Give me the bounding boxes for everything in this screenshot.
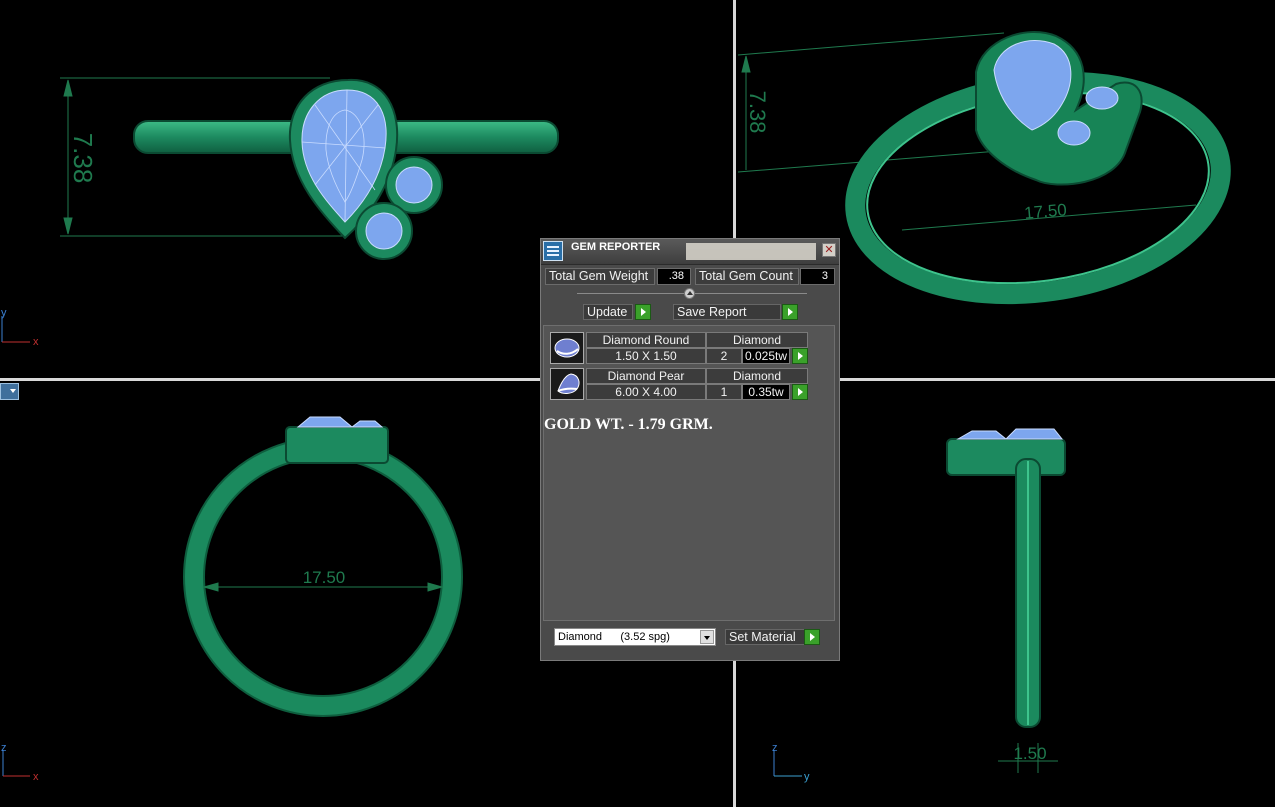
gem-reporter-title: GEM REPORTER (571, 241, 661, 253)
gem-row-go-icon[interactable] (792, 384, 808, 400)
material-select[interactable]: Diamond (3.52 spg) (554, 628, 716, 646)
chevron-down-icon (10, 389, 16, 393)
set-material-button[interactable]: Set Material (725, 629, 809, 645)
axis-label-x: x (33, 336, 39, 348)
axis-indicator-top-left (1, 316, 30, 343)
set-material-go-icon[interactable] (804, 629, 820, 645)
front-setting (285, 426, 389, 464)
total-gem-count-label: Total Gem Count (695, 268, 799, 285)
gem-reporter-panel: GEM REPORTER ✕ Total Gem Weight .38 Tota… (540, 238, 840, 661)
axis-label-z-side: z (772, 742, 778, 754)
pear-diamond-icon (557, 373, 580, 394)
gem-count-cell: 2 (706, 348, 742, 364)
gem-reporter-titlebar[interactable]: GEM REPORTER ✕ (541, 239, 839, 265)
gem-count-cell: 1 (706, 384, 742, 400)
save-report-button[interactable]: Save Report (673, 304, 781, 320)
gem-size-cell: 6.00 X 4.00 (586, 384, 706, 400)
total-gem-weight-value: .38 (657, 268, 691, 285)
perspective-width-text: 17.50 (1024, 200, 1068, 223)
close-button[interactable]: ✕ (822, 243, 836, 257)
gem-size-cell: 1.50 X 1.50 (586, 348, 706, 364)
gem-weight-cell: 0.025tw (742, 348, 790, 364)
axis-indicator-bottom-left (2, 750, 30, 777)
front-width-text: 17.50 (303, 568, 346, 587)
titlebar-drag-strip[interactable] (686, 243, 816, 260)
gem-reporter-app-icon (543, 241, 563, 261)
axis-label-z: z (1, 742, 7, 754)
perspective-round-gem-2 (1057, 120, 1091, 146)
viewport-menu-dropdown[interactable] (0, 383, 19, 400)
gem-material-cell: Diamond (706, 332, 808, 348)
front-gem-tops (296, 416, 384, 428)
gem-name-cell: Diamond Pear (586, 368, 706, 384)
chevron-down-icon[interactable] (700, 630, 714, 644)
perspective-height-text: 7.38 (745, 91, 770, 134)
axis-label-x-bottom: x (33, 771, 39, 783)
save-report-go-icon[interactable] (782, 304, 798, 320)
axis-indicator-bottom-right (773, 750, 802, 777)
axis-label-y-side: y (804, 771, 810, 783)
axis-label-y: y (1, 307, 7, 319)
update-go-icon[interactable] (635, 304, 651, 320)
collapse-toggle-icon[interactable] (684, 288, 695, 299)
gem-list-area: Diamond Round Diamond 1.50 X 1.50 2 0.02… (543, 325, 835, 621)
total-gem-count-value: 3 (800, 268, 835, 285)
gold-weight-annotation: GOLD WT. - 1.79 GRM. (544, 416, 713, 433)
update-button[interactable]: Update (583, 304, 633, 320)
gem-row-go-icon[interactable] (792, 348, 808, 364)
total-gem-weight-label: Total Gem Weight (545, 268, 655, 285)
height-dimension-text: 7.38 (68, 133, 98, 184)
gem-name-cell: Diamond Round (586, 332, 706, 348)
round-gem-2 (365, 212, 403, 250)
side-setting (946, 438, 1066, 476)
side-width-text: 1.50 (1013, 744, 1046, 763)
perspective-round-gem-1 (1085, 86, 1119, 110)
round-diamond-icon (554, 338, 580, 358)
material-select-value: Diamond (3.52 spg) (558, 631, 670, 643)
gem-material-cell: Diamond (706, 368, 808, 384)
diamond-pear-thumbnail[interactable] (550, 368, 584, 400)
round-gem-1 (395, 166, 433, 204)
side-gem-tops (956, 428, 1064, 440)
gem-weight-cell: 0.35tw (742, 384, 790, 400)
diamond-round-thumbnail[interactable] (550, 332, 584, 364)
